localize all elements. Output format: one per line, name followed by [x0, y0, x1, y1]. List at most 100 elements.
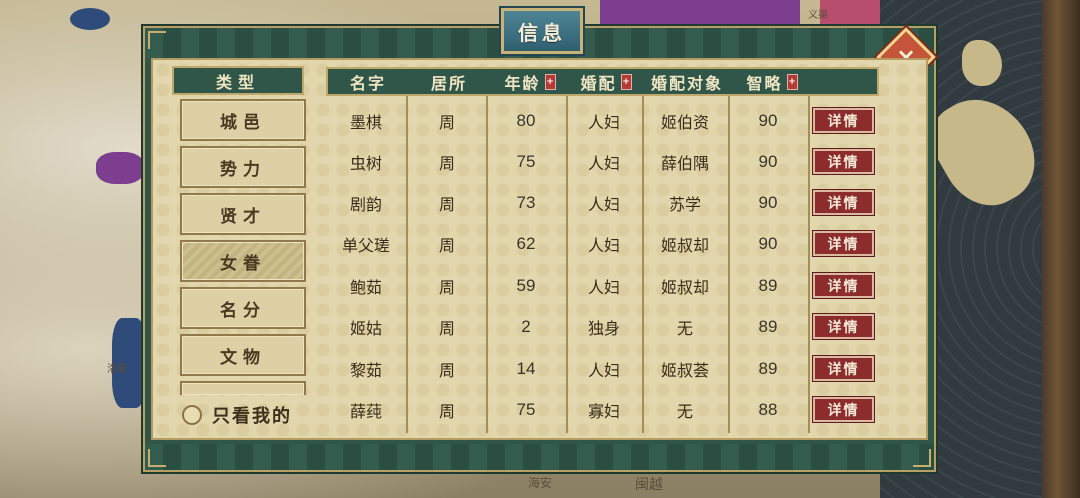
column-header-spouse: 婚配对象 — [642, 69, 732, 94]
sort-icon[interactable]: + — [544, 73, 556, 90]
category-item-talent[interactable]: 贤才 — [180, 193, 306, 235]
dialog-title-plaque: 信息 — [501, 8, 583, 54]
category-item-city[interactable]: 城邑 — [180, 99, 306, 141]
column-label: 婚配 — [580, 73, 617, 93]
table-row: 单父瑳 周 62 人妇 姬叔却 90 详情 — [326, 223, 879, 264]
cell-name: 单父瑳 — [341, 235, 390, 255]
sort-icon[interactable]: + — [620, 73, 632, 90]
cell-marriage: 人妇 — [587, 194, 620, 214]
column-label: 智略 — [746, 73, 783, 93]
cell-marriage: 人妇 — [587, 153, 620, 173]
cell-spouse: 姬叔荟 — [660, 360, 709, 380]
column-header-age: 年龄 + — [490, 69, 570, 94]
cell-spouse: 无 — [676, 401, 693, 421]
column-label: 年龄 — [504, 73, 541, 93]
table-row: 黎茹 周 14 人妇 姬叔荟 89 详情 — [326, 348, 879, 389]
cell-residence: 周 — [438, 277, 455, 297]
category-item-faction[interactable]: 势力 — [180, 146, 306, 188]
cell-wisdom: 89 — [758, 275, 778, 295]
detail-button[interactable]: 详情 — [813, 190, 874, 215]
cell-residence: 周 — [438, 401, 455, 421]
category-item-title[interactable]: 名分 — [180, 287, 306, 329]
map-region-purple — [96, 152, 144, 184]
category-item-relic[interactable]: 文物 — [180, 334, 306, 376]
cell-age: 2 — [521, 316, 531, 336]
dialog-bottom-band — [145, 444, 934, 470]
cell-residence: 周 — [438, 153, 455, 173]
cell-spouse: 无 — [676, 318, 693, 338]
cell-spouse: 姬叔却 — [660, 235, 709, 255]
table-row: 鲍茹 周 59 人妇 姬叔却 89 详情 — [326, 265, 879, 306]
map-region-blue-top — [70, 8, 110, 30]
cell-residence: 周 — [438, 318, 455, 338]
map-frame-edge — [1042, 0, 1080, 498]
column-header-wisdom: 智略 + — [732, 69, 812, 94]
map-region-purple-top — [600, 0, 800, 26]
cell-name: 墨棋 — [349, 112, 382, 132]
cell-wisdom: 90 — [758, 151, 778, 171]
only-mine-label: 只看我的 — [212, 406, 292, 427]
cell-spouse: 姬伯资 — [660, 112, 709, 132]
cell-wisdom: 88 — [758, 399, 778, 419]
detail-button[interactable]: 详情 — [813, 149, 874, 174]
detail-button[interactable]: 详情 — [813, 314, 874, 339]
column-header-residence: 居所 — [408, 69, 490, 94]
cell-age: 75 — [516, 151, 536, 171]
detail-button[interactable]: 详情 — [813, 108, 874, 133]
detail-button[interactable]: 详情 — [813, 273, 874, 298]
detail-button[interactable]: 详情 — [813, 231, 874, 256]
cell-wisdom: 90 — [758, 110, 778, 130]
cell-name: 鲍茹 — [349, 277, 382, 297]
cell-spouse: 姬叔却 — [660, 277, 709, 297]
map-label: 闽越 — [635, 477, 663, 493]
cell-wisdom: 90 — [758, 233, 778, 253]
map-label: 洛阳 — [107, 364, 127, 375]
column-label: 居所 — [430, 73, 467, 93]
cell-marriage: 人妇 — [587, 235, 620, 255]
category-item-partial[interactable] — [180, 381, 306, 395]
cell-spouse: 苏学 — [668, 194, 701, 214]
table-row: 剧韵 周 73 人妇 苏学 90 详情 — [326, 182, 879, 223]
cell-marriage: 人妇 — [587, 277, 620, 297]
detail-button[interactable]: 详情 — [813, 356, 874, 381]
cell-age: 80 — [516, 110, 536, 130]
cell-age: 62 — [516, 233, 536, 253]
map-region-pink — [820, 0, 880, 26]
cell-name: 剧韵 — [349, 194, 382, 214]
column-label: 婚配对象 — [650, 73, 723, 93]
column-header-marriage: 婚配 + — [570, 69, 642, 94]
cell-marriage: 寡妇 — [587, 401, 620, 421]
dialog-title: 信息 — [518, 20, 566, 45]
corner-ornament — [148, 449, 166, 467]
cell-age: 75 — [516, 399, 536, 419]
map-label: 义渠 — [808, 10, 828, 21]
radio-button[interactable] — [182, 405, 202, 425]
cell-residence: 周 — [438, 235, 455, 255]
cell-wisdom: 89 — [758, 358, 778, 378]
cell-marriage: 人妇 — [587, 360, 620, 380]
corner-ornament — [913, 449, 931, 467]
detail-button[interactable]: 详情 — [813, 397, 874, 422]
corner-ornament — [148, 31, 166, 49]
cell-spouse: 薛伯隅 — [660, 153, 709, 173]
table-header: 名字 居所 年龄 + 婚配 + 婚配对象 智略 + — [326, 67, 879, 96]
cell-name: 姬姑 — [349, 318, 382, 338]
info-table: 名字 居所 年龄 + 婚配 + 婚配对象 智略 + 墨棋 周 80 人妇 姬伯资… — [326, 67, 879, 433]
category-item-female-family[interactable]: 女眷 — [180, 240, 306, 282]
cell-residence: 周 — [438, 112, 455, 132]
cell-age: 73 — [516, 192, 536, 212]
table-row: 墨棋 周 80 人妇 姬伯资 90 详情 — [326, 100, 879, 141]
table-row: 虫树 周 75 人妇 薛伯隅 90 详情 — [326, 141, 879, 182]
map-island-small — [962, 40, 1002, 86]
cell-name: 黎茹 — [349, 360, 382, 380]
cell-name: 薛莼 — [349, 401, 382, 421]
sort-icon[interactable]: + — [786, 73, 798, 90]
cell-marriage: 独身 — [587, 318, 620, 338]
cell-name: 虫树 — [349, 153, 382, 173]
only-mine-toggle[interactable]: 只看我的 — [182, 397, 334, 433]
column-header-name: 名字 — [328, 69, 408, 94]
cell-age: 14 — [516, 358, 536, 378]
map-label: 海安 — [528, 476, 553, 490]
cell-residence: 周 — [438, 194, 455, 214]
cell-age: 59 — [516, 275, 536, 295]
